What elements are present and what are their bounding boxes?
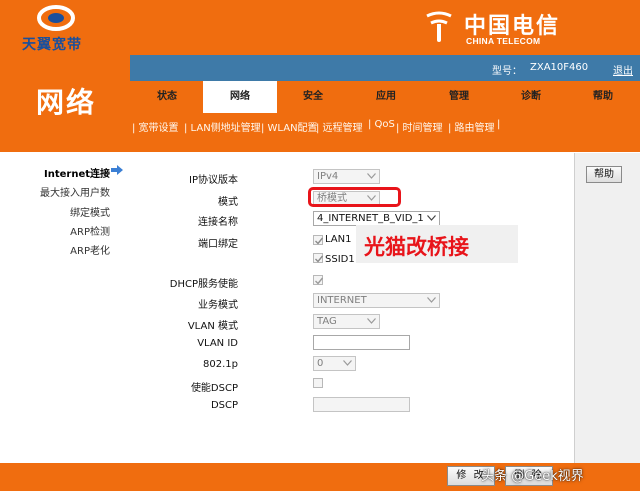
brand-text: 天翼宽带 bbox=[22, 37, 82, 53]
model-label: 型号： bbox=[492, 66, 522, 77]
dot1p-value: 0 bbox=[317, 358, 324, 369]
chevron-down-icon bbox=[367, 318, 376, 324]
dhcp-service-checkbox[interactable] bbox=[313, 275, 324, 285]
vlan-mode-label: VLAN 模式 bbox=[187, 321, 238, 332]
logout-link[interactable]: 退出 bbox=[613, 62, 633, 77]
chevron-down-icon bbox=[427, 297, 436, 303]
submenu-remote[interactable]: | 远程管理 bbox=[316, 119, 363, 134]
ip-version-select: IPv4 bbox=[313, 169, 380, 184]
tab-application[interactable]: 应用 bbox=[349, 81, 423, 113]
submenu-time[interactable]: | 时间管理 bbox=[396, 119, 443, 134]
mode-highlight-box bbox=[308, 187, 401, 207]
dot1p-select: 0 bbox=[313, 356, 356, 371]
ip-version-label: IP协议版本 bbox=[189, 175, 238, 186]
left-nav: Internet连接 最大接入用户数 绑定模式 ARP检测 ARP老化 bbox=[0, 153, 130, 463]
vlan-id-input[interactable] bbox=[313, 335, 410, 350]
checkmark-icon bbox=[315, 255, 324, 263]
tab-help[interactable]: 帮助 bbox=[566, 81, 640, 113]
connection-form: IP协议版本 IPv4 模式 桥模式 连接名称 4_INTERNET_B_VID… bbox=[130, 153, 574, 463]
enable-dscp-label: 使能DSCP bbox=[190, 383, 238, 394]
service-mode-label: 业务模式 bbox=[198, 300, 238, 311]
main-tabs: 状态 网络 安全 应用 管理 诊断 帮助 bbox=[130, 81, 640, 113]
annotation-text: 光猫改桥接 bbox=[364, 235, 469, 259]
right-panel: 帮助 bbox=[574, 153, 640, 463]
chevron-down-icon bbox=[367, 173, 376, 179]
nav-binding-mode[interactable]: 绑定模式 bbox=[70, 204, 110, 219]
watermark: 头条 @Geek视界 bbox=[481, 469, 584, 484]
vlan-mode-value: TAG bbox=[317, 316, 337, 327]
tab-security[interactable]: 安全 bbox=[276, 81, 350, 113]
service-mode-select: INTERNET bbox=[313, 293, 440, 308]
brand-swirl-icon bbox=[37, 5, 75, 31]
brand-logo: 天翼宽带 bbox=[14, 4, 114, 53]
vlan-id-label: VLAN ID bbox=[197, 338, 238, 349]
top-header: 天翼宽带 中国电信 CHINA TELECOM bbox=[0, 0, 640, 55]
submenu-broadband[interactable]: | 宽带设置 bbox=[132, 119, 179, 134]
section-title: 网络 bbox=[36, 86, 97, 119]
lan1-label: LAN1 bbox=[325, 234, 352, 245]
vlan-mode-select: TAG bbox=[313, 314, 380, 329]
submenu-lan-address[interactable]: | LAN侧地址管理 bbox=[184, 119, 261, 134]
dhcp-service-label: DHCP服务使能 bbox=[169, 279, 238, 290]
checkmark-icon bbox=[315, 237, 324, 245]
nav-max-users[interactable]: 最大接入用户数 bbox=[40, 184, 110, 199]
header-divider bbox=[0, 137, 640, 153]
chevron-down-icon bbox=[427, 215, 436, 221]
checkmark-icon bbox=[315, 277, 324, 285]
right-arrow-icon bbox=[111, 165, 123, 175]
submenu-separator: | bbox=[497, 119, 501, 130]
mode-label: 模式 bbox=[218, 197, 238, 208]
submenu-wlan[interactable]: | WLAN配置 bbox=[261, 119, 318, 134]
model-strip: 型号： ZXA10F460 退出 bbox=[130, 55, 640, 81]
connection-name-value: 4_INTERNET_B_VID_1 bbox=[317, 213, 424, 224]
nav-arp-detect[interactable]: ARP检测 bbox=[70, 223, 110, 238]
ssid1-label: SSID1 bbox=[325, 254, 355, 265]
nav-internet-connection[interactable]: Internet连接 bbox=[44, 165, 110, 180]
submenu: | 宽带设置 | LAN侧地址管理 | WLAN配置 | 远程管理 | QoS … bbox=[130, 113, 640, 137]
connection-name-select[interactable]: 4_INTERNET_B_VID_1 bbox=[313, 211, 440, 226]
enable-dscp-checkbox[interactable] bbox=[313, 378, 323, 388]
chevron-down-icon bbox=[343, 360, 352, 366]
tab-diagnosis[interactable]: 诊断 bbox=[494, 81, 568, 113]
nav-arp-aging[interactable]: ARP老化 bbox=[70, 242, 110, 257]
tab-network[interactable]: 网络 bbox=[203, 81, 277, 113]
lan1-checkbox[interactable] bbox=[313, 235, 324, 245]
tab-status[interactable]: 状态 bbox=[130, 81, 204, 113]
carrier-mark-icon bbox=[426, 11, 452, 42]
service-mode-value: INTERNET bbox=[317, 295, 367, 306]
carrier-name-en: CHINA TELECOM bbox=[466, 36, 541, 46]
dot1p-label: 802.1p bbox=[203, 359, 238, 370]
connection-name-label: 连接名称 bbox=[198, 217, 238, 228]
ip-version-value: IPv4 bbox=[317, 171, 339, 182]
port-binding-label: 端口绑定 bbox=[198, 239, 238, 250]
dscp-label: DSCP bbox=[210, 400, 238, 411]
carrier-logo: 中国电信 CHINA TELECOM bbox=[424, 8, 624, 50]
dscp-input bbox=[313, 397, 410, 412]
tab-management[interactable]: 管理 bbox=[422, 81, 496, 113]
submenu-route[interactable]: | 路由管理 bbox=[448, 119, 495, 134]
model-value: ZXA10F460 bbox=[530, 62, 589, 73]
help-button[interactable]: 帮助 bbox=[586, 166, 622, 183]
submenu-qos[interactable]: | QoS bbox=[368, 119, 395, 130]
router-admin-page: 天翼宽带 中国电信 CHINA TELECOM 网络 型号： ZXA10F460… bbox=[0, 0, 640, 491]
ssid1-checkbox[interactable] bbox=[313, 253, 324, 263]
